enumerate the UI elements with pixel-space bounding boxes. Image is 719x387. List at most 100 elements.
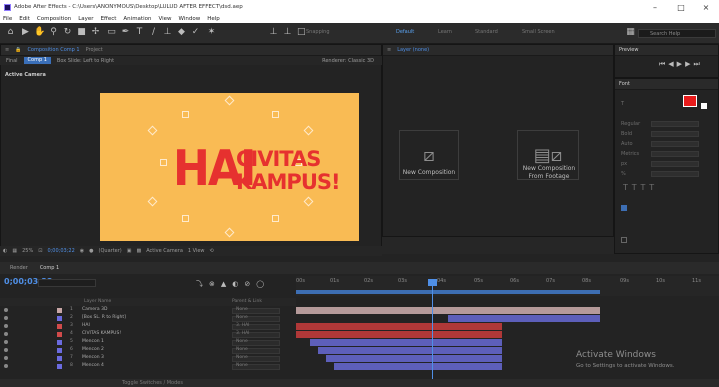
layer-name[interactable]: Camera 3D <box>82 307 107 312</box>
layer-bar-mencon3[interactable] <box>326 355 502 362</box>
guide-handle[interactable] <box>182 111 189 118</box>
kerning-dropdown[interactable] <box>651 151 699 157</box>
layer-label-color[interactable] <box>57 308 62 313</box>
visibility-eye-icon[interactable] <box>4 356 8 360</box>
region-icon[interactable]: ▣ <box>127 248 132 254</box>
visibility-eye-icon[interactable] <box>4 364 8 368</box>
guide-handle[interactable] <box>147 125 158 136</box>
hindi-digits-checkbox[interactable] <box>621 237 627 243</box>
canvas-text-kampus[interactable]: KAMPUS! <box>236 172 341 193</box>
timeline-switch-icons[interactable]: ⤵⊗▲◐⊘◯ <box>196 279 270 289</box>
viewer-timecode[interactable]: 0;00;03;22 <box>47 248 74 254</box>
text-style-buttons[interactable]: TTTT <box>623 183 658 192</box>
layer-name[interactable]: Mencon 2 <box>82 347 104 352</box>
breadcrumb-comp1[interactable]: Comp 1 <box>23 57 51 64</box>
menu-view[interactable]: View <box>158 16 171 22</box>
pen-tool-icon[interactable]: ✒ <box>120 27 131 38</box>
workspace-default[interactable]: Default <box>396 29 414 35</box>
view-layout-dropdown[interactable]: 1 View <box>188 248 205 254</box>
layer-label-color[interactable] <box>57 356 62 361</box>
rectangle-tool-icon[interactable]: ▭ <box>106 27 117 38</box>
home-icon[interactable]: ⌂ <box>5 27 16 38</box>
visibility-eye-icon[interactable] <box>4 332 8 336</box>
workspace-learn[interactable]: Learn <box>438 29 452 35</box>
zoom-tool-icon[interactable]: ⚲ <box>48 27 59 38</box>
search-help-input[interactable]: Search Help <box>638 29 716 38</box>
close-button[interactable]: × <box>693 0 719 14</box>
menu-animation[interactable]: Animation <box>123 16 151 22</box>
table-row[interactable]: 5 Mencon 1 None <box>0 339 296 347</box>
layer-bar-civitas[interactable] <box>296 331 502 338</box>
playback-controls[interactable]: ⏮◀▶▶⏭ <box>659 60 703 69</box>
new-composition-label[interactable]: New Composition <box>391 169 467 177</box>
playhead-handle[interactable] <box>428 279 437 286</box>
visibility-eye-icon[interactable] <box>4 308 8 312</box>
font-style-dropdown[interactable] <box>651 121 699 127</box>
stroke-color-swatch[interactable] <box>701 103 707 109</box>
layer-bar-camera[interactable] <box>296 307 600 314</box>
puppet-pin-icon[interactable]: ✶ <box>206 27 217 38</box>
tab-layer-none[interactable]: Layer (none) <box>397 47 429 53</box>
snapping-checkbox[interactable]: □ <box>297 27 306 38</box>
font-weight-dropdown[interactable] <box>651 131 699 137</box>
menu-effect[interactable]: Effect <box>101 16 117 22</box>
timeline-search-input[interactable] <box>38 279 96 287</box>
roto-brush-icon[interactable]: ✓ <box>190 27 201 38</box>
layer-name[interactable]: [Box SL. R to Right] <box>82 315 126 320</box>
show-channel-icon[interactable]: ● <box>89 248 93 254</box>
breadcrumb-final[interactable]: Final <box>6 58 18 64</box>
guide-handle[interactable] <box>160 159 167 166</box>
reset-exposure-icon[interactable]: ⟲ <box>210 248 214 254</box>
layer-label-color[interactable] <box>57 340 62 345</box>
workspace-small-screen[interactable]: Small Screen <box>522 29 555 35</box>
panel-menu-icon[interactable]: ≡ <box>387 47 391 53</box>
guide-handle[interactable] <box>182 215 189 222</box>
pan-behind-tool-icon[interactable]: ✢ <box>90 27 101 38</box>
zoom-dropdown[interactable]: 25% <box>22 248 33 254</box>
toggle-switches-modes[interactable]: Toggle Switches / Modes <box>122 380 183 386</box>
table-row[interactable]: 4 CIVITAS KAMPUS! 3. HAI <box>0 331 296 339</box>
panel-menu-icon[interactable]: ≡ <box>5 47 9 53</box>
table-row[interactable]: 2 [Box SL. R to Right] None <box>0 315 296 323</box>
world-axis-icon[interactable]: ⊥ <box>282 27 293 38</box>
menu-edit[interactable]: Edit <box>19 16 30 22</box>
local-axis-icon[interactable]: ⊥ <box>268 27 279 38</box>
visibility-eye-icon[interactable] <box>4 340 8 344</box>
layer-name[interactable]: Mencon 1 <box>82 339 104 344</box>
tab-character[interactable]: Font <box>619 81 630 87</box>
layer-label-color[interactable] <box>57 332 62 337</box>
table-row[interactable]: 6 Mencon 2 None <box>0 347 296 355</box>
stroke-width-field[interactable] <box>651 161 699 167</box>
ligatures-checkbox[interactable] <box>621 205 627 211</box>
eraser-tool-icon[interactable]: ◆ <box>176 27 187 38</box>
camera-tool-icon[interactable]: ■ <box>76 27 87 38</box>
guide-handle[interactable] <box>147 196 158 207</box>
layer-label-color[interactable] <box>57 348 62 353</box>
menu-window[interactable]: Window <box>179 16 201 22</box>
workspace-standard[interactable]: Standard <box>475 29 498 35</box>
new-comp-from-footage-label-1[interactable]: New Composition <box>510 165 588 173</box>
guide-handle[interactable] <box>224 227 235 238</box>
menu-layer[interactable]: Layer <box>78 16 93 22</box>
work-area-bar[interactable] <box>296 290 600 294</box>
table-row[interactable]: 8 Mencon 4 None <box>0 363 296 371</box>
visibility-eye-icon[interactable] <box>4 316 8 320</box>
layer-label-color[interactable] <box>57 364 62 369</box>
guide-handle[interactable] <box>303 125 314 136</box>
breadcrumb-layer[interactable]: Box Slide: Left to Right <box>57 58 114 64</box>
layer-name[interactable]: CIVITAS KAMPUS! <box>82 331 121 336</box>
leading-dropdown[interactable] <box>651 141 699 147</box>
always-preview-icon[interactable]: ◐ <box>3 248 7 254</box>
layer-label-color[interactable] <box>57 316 62 321</box>
tab-composition-comp1[interactable]: Composition Comp 1 <box>27 47 79 53</box>
visibility-eye-icon[interactable] <box>4 324 8 328</box>
new-comp-from-footage-label-2[interactable]: From Footage <box>510 173 588 181</box>
menu-file[interactable]: File <box>3 16 12 22</box>
layer-bar-hai[interactable] <box>296 323 502 330</box>
snapshot-icon[interactable]: ◉ <box>80 248 84 254</box>
col-parent-link[interactable]: Parent & Link <box>232 299 262 304</box>
layer-label-color[interactable] <box>57 324 62 329</box>
table-row[interactable]: 3 HAI 3. HAI <box>0 323 296 331</box>
scale-field[interactable] <box>651 171 699 177</box>
workspace-menu-icon[interactable]: ▦ <box>625 27 636 38</box>
